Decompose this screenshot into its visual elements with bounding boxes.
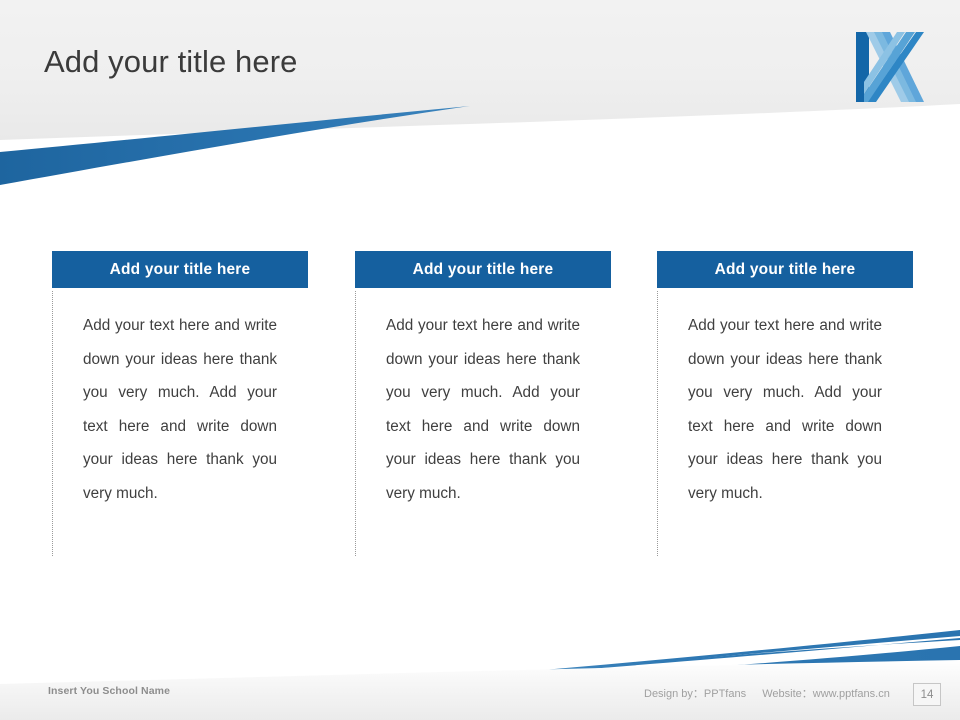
column-2-header: Add your title here <box>355 251 611 288</box>
column-2-body: Add your text here and write down your i… <box>355 291 580 556</box>
footer-credits: Design by：PPTfans Website：www.pptfans.cn <box>644 685 890 701</box>
content-column-3: Add your title here Add your text here a… <box>657 251 913 556</box>
column-1-body: Add your text here and write down your i… <box>52 291 277 556</box>
page-title: Add your title here <box>44 44 298 79</box>
page-number-badge: 14 <box>913 683 941 706</box>
top-blue-swoosh <box>0 106 470 185</box>
presentation-slide: Add your title here Add your title here … <box>0 0 960 720</box>
column-1-text: Add your text here and write down your i… <box>83 317 277 502</box>
footer-school-name: Insert You School Name <box>48 685 171 697</box>
footer-design-by: Design by：PPTfans <box>644 688 747 700</box>
column-3-header: Add your title here <box>657 251 913 288</box>
footer-website: Website：www.pptfans.cn <box>762 688 890 700</box>
column-2-text: Add your text here and write down your i… <box>386 317 580 502</box>
content-column-2: Add your title here Add your text here a… <box>355 251 611 556</box>
column-3-text: Add your text here and write down your i… <box>688 317 882 502</box>
stylized-k-logo <box>856 32 924 102</box>
column-1-header: Add your title here <box>52 251 308 288</box>
content-column-1: Add your title here Add your text here a… <box>52 251 308 556</box>
column-3-body: Add your text here and write down your i… <box>657 291 882 556</box>
